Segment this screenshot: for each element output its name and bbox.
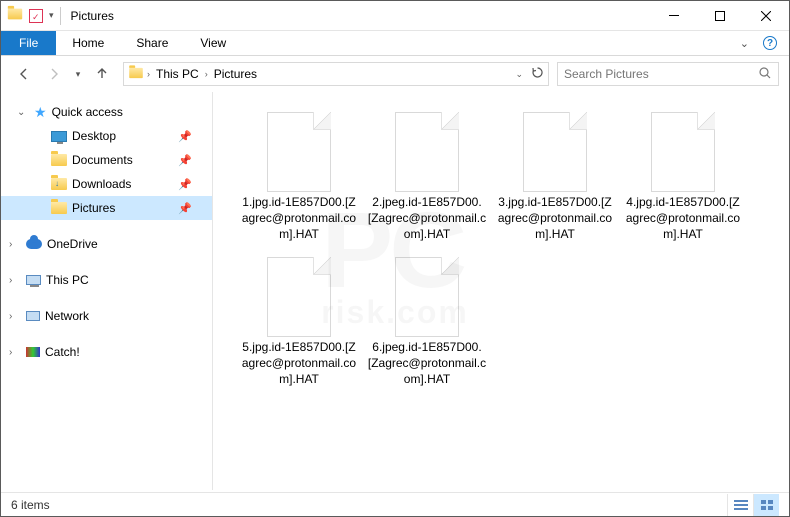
file-icon [523,112,587,192]
ribbon-tab-home[interactable]: Home [56,31,120,55]
address-bar[interactable]: › This PC › Pictures ⌄ [123,62,549,86]
sidebar-item-downloads[interactable]: Downloads 📌 [1,172,212,196]
star-icon: ★ [34,104,47,121]
file-icon [395,257,459,337]
sidebar-label: Network [45,309,89,323]
sidebar-item-pictures[interactable]: Pictures 📌 [1,196,212,220]
file-name-label: 5.jpg.id-1E857D00.[Zagrec@protonmail.com… [237,337,361,390]
refresh-icon[interactable] [531,66,544,82]
sidebar-label: OneDrive [47,237,98,251]
sidebar-catch[interactable]: › Catch! [1,340,212,364]
search-input[interactable] [564,67,758,81]
file-icon [395,112,459,192]
ribbon-file-tab[interactable]: File [1,31,56,55]
sidebar-label: Quick access [52,105,123,119]
details-view-button[interactable] [727,494,753,516]
window-title: Pictures [71,9,114,23]
qat-properties-icon[interactable]: ✓ [29,9,43,23]
sidebar-network[interactable]: › Network [1,304,212,328]
ribbon: File Home Share View ⌄ ? [1,31,789,56]
pin-icon: 📌 [178,130,192,143]
status-item-count: 6 items [11,498,50,512]
sidebar-quick-access[interactable]: ⌄ ★ Quick access [1,100,212,124]
file-item[interactable]: 1.jpg.id-1E857D00.[Zagrec@protonmail.com… [237,112,361,245]
file-name-label: 6.jpeg.id-1E857D00.[Zagrec@protonmail.co… [365,337,489,390]
separator [60,7,61,25]
expand-icon[interactable]: › [9,275,21,286]
forward-button[interactable] [41,61,67,87]
location-icon [128,67,144,82]
desktop-icon [51,131,67,142]
file-name-label: 1.jpg.id-1E857D00.[Zagrec@protonmail.com… [237,192,361,245]
sidebar-label: Documents [72,153,133,167]
downloads-icon [51,178,67,190]
navigation-row: ▾ › This PC › Pictures ⌄ [1,56,789,92]
expand-icon[interactable]: › [9,347,21,358]
close-button[interactable] [743,1,789,31]
expand-icon[interactable]: › [9,239,21,250]
recent-dropdown[interactable]: ▾ [71,61,85,87]
search-box[interactable] [557,62,779,86]
file-list-pane[interactable]: 1.jpg.id-1E857D00.[Zagrec@protonmail.com… [213,92,789,490]
icons-view-button[interactable] [753,494,779,516]
file-item[interactable]: 3.jpg.id-1E857D00.[Zagrec@protonmail.com… [493,112,617,245]
network-icon [26,311,40,321]
breadcrumb-pictures[interactable]: Pictures [211,67,260,81]
maximize-button[interactable] [697,1,743,31]
file-item[interactable]: 6.jpeg.id-1E857D00.[Zagrec@protonmail.co… [365,257,489,390]
ribbon-expand-icon[interactable]: ⌄ [740,37,749,50]
expand-icon[interactable]: ⌄ [17,107,29,118]
file-name-label: 4.jpg.id-1E857D00.[Zagrec@protonmail.com… [621,192,745,245]
up-button[interactable] [89,61,115,87]
ribbon-tab-view[interactable]: View [184,31,242,55]
address-dropdown-icon[interactable]: ⌄ [515,69,523,80]
sidebar-onedrive[interactable]: › OneDrive [1,232,212,256]
status-bar: 6 items [1,492,789,516]
cloud-icon [26,239,42,249]
breadcrumb-thispc[interactable]: This PC [153,67,202,81]
file-item[interactable]: 2.jpeg.id-1E857D00.[Zagrec@protonmail.co… [365,112,489,245]
ribbon-tab-share[interactable]: Share [120,31,184,55]
sidebar-item-documents[interactable]: Documents 📌 [1,148,212,172]
pictures-icon [51,202,67,214]
sidebar-label: Desktop [72,129,116,143]
explorer-icon [7,8,23,23]
file-icon [267,112,331,192]
folder-icon [51,154,67,166]
pin-icon: 📌 [178,178,192,191]
catch-icon [26,347,40,357]
qat-dropdown-icon[interactable]: ▾ [49,10,54,21]
sidebar-label: This PC [46,273,89,287]
file-name-label: 2.jpeg.id-1E857D00.[Zagrec@protonmail.co… [365,192,489,245]
back-button[interactable] [11,61,37,87]
pc-icon [26,275,41,285]
sidebar-item-desktop[interactable]: Desktop 📌 [1,124,212,148]
sidebar-label: Downloads [72,177,131,191]
chevron-right-icon[interactable]: › [202,69,211,79]
file-name-label: 3.jpg.id-1E857D00.[Zagrec@protonmail.com… [493,192,617,245]
file-icon [651,112,715,192]
file-item[interactable]: 5.jpg.id-1E857D00.[Zagrec@protonmail.com… [237,257,361,390]
sidebar-label: Catch! [45,345,80,359]
file-icon [267,257,331,337]
expand-icon[interactable]: › [9,311,21,322]
sidebar-label: Pictures [72,201,115,215]
sidebar-thispc[interactable]: › This PC [1,268,212,292]
pin-icon: 📌 [178,202,192,215]
pin-icon: 📌 [178,154,192,167]
file-item[interactable]: 4.jpg.id-1E857D00.[Zagrec@protonmail.com… [621,112,745,245]
search-icon[interactable] [758,66,772,83]
minimize-button[interactable] [651,1,697,31]
title-bar: ✓ ▾ Pictures [1,1,789,31]
help-icon[interactable]: ? [763,36,777,50]
chevron-right-icon[interactable]: › [144,69,153,79]
navigation-pane: ⌄ ★ Quick access Desktop 📌 Documents 📌 D… [1,92,213,490]
